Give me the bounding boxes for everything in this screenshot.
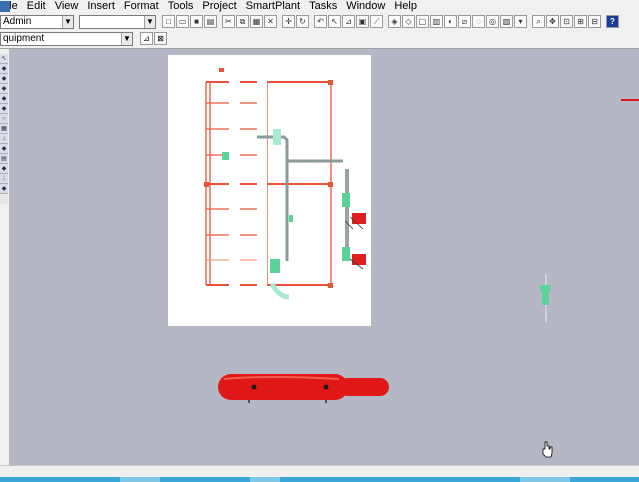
view-side-icon[interactable]: ▥ <box>430 15 443 28</box>
layer-icon[interactable]: ▧ <box>500 15 513 28</box>
menu-help[interactable]: Help <box>394 0 417 13</box>
base-plate <box>287 297 329 307</box>
menu-view[interactable]: View <box>55 0 79 13</box>
vtool-circle-icon[interactable]: ○ <box>0 114 8 124</box>
workspace-combo[interactable]: Admin ▼ <box>0 15 74 29</box>
menu-tasks[interactable]: Tasks <box>309 0 337 13</box>
rotate-icon[interactable]: ↻ <box>296 15 309 28</box>
view-top-icon[interactable]: ◇ <box>402 15 415 28</box>
fit-icon[interactable]: ⊞ <box>574 15 587 28</box>
left-vertical-toolbar: ↖ ◆ ◆ ◆ ◆ ◆ ○ ▦ ↕ ◆ ▤ ◆ ⋮ ◆ <box>0 54 8 204</box>
taskbar-item[interactable] <box>520 477 570 482</box>
copy-icon[interactable]: ⧉ <box>236 15 249 28</box>
zoom-icon[interactable]: ⌕ <box>532 15 545 28</box>
hide-icon[interactable]: ◌ <box>472 15 485 28</box>
vtool-dim-icon[interactable]: ↕ <box>0 134 8 144</box>
status-bar <box>0 465 639 477</box>
vtool-modify-icon[interactable]: ◆ <box>0 164 8 174</box>
zoom-area-icon[interactable]: ⊡ <box>560 15 573 28</box>
menu-window[interactable]: Window <box>346 0 385 13</box>
clip-icon[interactable]: ⧄ <box>458 15 471 28</box>
filter-icon[interactable]: ⊿ <box>342 15 355 28</box>
vtool-structure-icon[interactable]: ◆ <box>0 94 8 104</box>
vtool-grid-icon[interactable]: ▦ <box>0 124 8 134</box>
menu-project[interactable]: Project <box>202 0 236 13</box>
chevron-down-icon[interactable]: ▼ <box>121 33 132 45</box>
undo-icon[interactable]: ↶ <box>314 15 327 28</box>
model-canvas[interactable] <box>9 49 639 465</box>
view-iso-icon[interactable]: ◈ <box>388 15 401 28</box>
open-icon[interactable]: ▭ <box>176 15 189 28</box>
paste-icon[interactable]: ▦ <box>250 15 263 28</box>
print-icon[interactable]: ▤ <box>204 15 217 28</box>
taskbar-item[interactable] <box>120 477 160 482</box>
graphic-view[interactable] <box>9 49 639 465</box>
os-taskbar <box>0 477 639 482</box>
smartplant-window: File Edit View Insert Format Tools Proje… <box>0 0 639 482</box>
view-front-icon[interactable]: ▢ <box>416 15 429 28</box>
column-right <box>257 62 267 305</box>
vtool-place-icon[interactable]: ◆ <box>0 144 8 154</box>
secondary-combo[interactable]: ▼ <box>79 15 156 29</box>
mouse-cursor-icon <box>542 441 553 458</box>
chevron-down-icon[interactable]: ▼ <box>62 16 73 28</box>
menu-insert[interactable]: Insert <box>87 0 115 13</box>
pan-icon[interactable]: ✥ <box>546 15 559 28</box>
vtool-nozzle-icon[interactable]: ◆ <box>0 74 8 84</box>
help-icon[interactable]: ? <box>606 15 619 28</box>
horizontal-vessel[interactable] <box>218 374 389 403</box>
cut-icon[interactable]: ✂ <box>222 15 235 28</box>
app-icon[interactable] <box>0 1 10 12</box>
vtool-piping-icon[interactable]: ◆ <box>0 84 8 94</box>
select-filter-icon[interactable]: ⊿ <box>140 32 153 45</box>
refresh-icon[interactable]: ⊟ <box>588 15 601 28</box>
measure-icon[interactable]: ⟋ <box>370 15 383 28</box>
save-icon[interactable]: ■ <box>190 15 203 28</box>
move-icon[interactable]: ✛ <box>282 15 295 28</box>
vtool-route-icon[interactable]: ◆ <box>0 104 8 114</box>
menu-format[interactable]: Format <box>124 0 159 13</box>
menu-smartplant[interactable]: SmartPlant <box>246 0 300 13</box>
chevron-down-icon[interactable]: ▼ <box>144 16 155 28</box>
column-left <box>229 62 240 305</box>
select-icon[interactable]: ↖ <box>328 15 341 28</box>
filter-toolbar: quipment ▼ ⊿ ⊠ <box>0 31 639 47</box>
menu-bar: File Edit View Insert Format Tools Proje… <box>0 0 639 13</box>
vtool-equipment-icon[interactable]: ◆ <box>0 64 8 74</box>
show-icon[interactable]: ◎ <box>486 15 499 28</box>
workspace-combo-value: Admin <box>3 16 32 27</box>
vtool-attach-icon[interactable]: ◆ <box>0 184 8 194</box>
menu-tools[interactable]: Tools <box>168 0 194 13</box>
new-icon[interactable]: □ <box>162 15 175 28</box>
standard-toolbar: □ ▭ ■ ▤ ✂ ⧉ ▦ ✕ ✛ ↻ ↶ ↖ ⊿ ▣ ⟋ ◈ ◇ ▢ ▥ ◐ … <box>162 14 620 29</box>
vtool-connect-icon[interactable]: ⋮ <box>0 174 8 184</box>
locate-filter-value: quipment <box>3 33 45 44</box>
instrument-item[interactable] <box>540 274 551 322</box>
vtool-label-icon[interactable]: ▤ <box>0 154 8 164</box>
menu-edit[interactable]: Edit <box>27 0 46 13</box>
properties-icon[interactable]: ▣ <box>356 15 369 28</box>
vtool-select-icon[interactable]: ↖ <box>0 54 8 64</box>
locate-filter-combo[interactable]: quipment ▼ <box>0 32 133 46</box>
dropdown-icon[interactable]: ▾ <box>514 15 527 28</box>
inclusive-select-icon[interactable]: ⊠ <box>154 32 167 45</box>
delete-icon[interactable]: ✕ <box>264 15 277 28</box>
render-icon[interactable]: ◐ <box>444 15 457 28</box>
taskbar-item[interactable] <box>250 477 280 482</box>
